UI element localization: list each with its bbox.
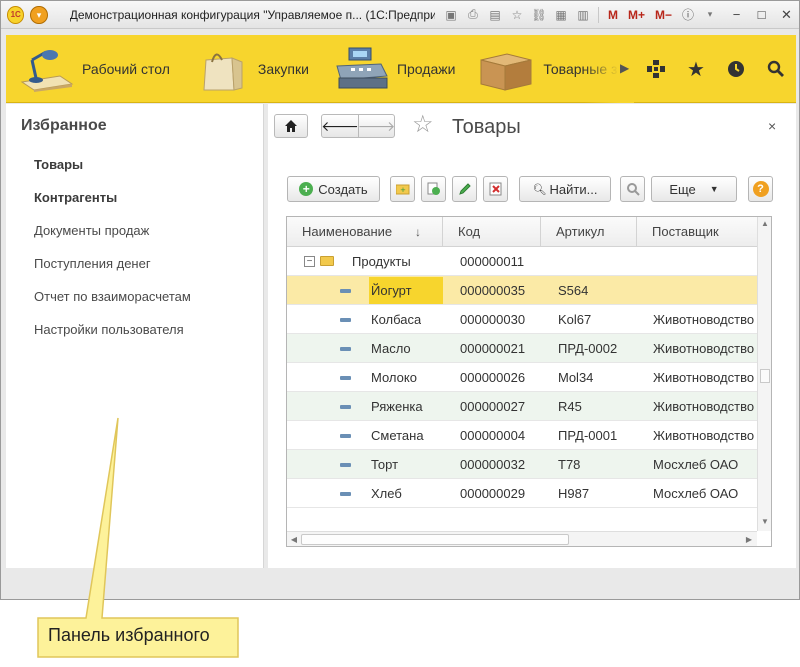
screenshot-stage: 1С ▾ Демонстрационная конфигурация "Упра… (0, 0, 800, 667)
callout-bubble (37, 417, 239, 658)
callout-label: Панель избранного (48, 625, 210, 645)
